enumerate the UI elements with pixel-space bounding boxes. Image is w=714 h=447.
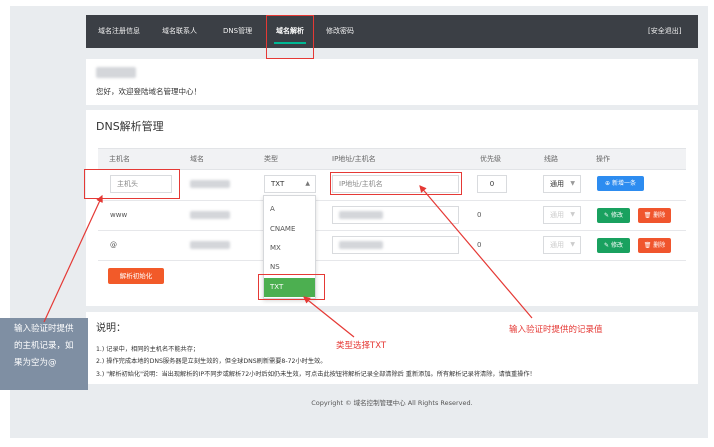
highlight-box-nav	[266, 15, 314, 59]
record-line-value: 通用	[550, 241, 564, 249]
pencil-icon: ✎	[604, 242, 610, 249]
nav-item-domain-contact[interactable]: 域名联系人	[162, 15, 197, 48]
type-select[interactable]: TXT ▲	[264, 175, 316, 193]
top-nav: 域名注册信息 域名联系人 DNS管理 域名解析 修改密码 [安全退出]	[86, 15, 698, 48]
init-resolution-button[interactable]: 解析初始化	[108, 268, 164, 284]
delete-label: 删除	[653, 242, 666, 249]
type-option-a[interactable]: A	[264, 200, 315, 219]
row-divider	[98, 200, 686, 201]
nav-item-registration-info[interactable]: 域名注册信息	[98, 15, 140, 48]
domain-redacted	[190, 241, 230, 249]
edit-label: 修改	[610, 212, 623, 219]
highlight-box-host	[84, 169, 180, 199]
dns-title: DNS解析管理	[96, 120, 164, 133]
header-action: 操作	[596, 155, 610, 163]
footer-copyright: Copyright © 域名控制管理中心 All Rights Reserved…	[311, 399, 473, 407]
header-domain: 域名	[190, 155, 204, 163]
type-select-value: TXT	[271, 180, 285, 188]
line-select[interactable]: 通用 ▼	[543, 175, 581, 193]
record-line-select[interactable]: 通用 ▼	[543, 206, 581, 224]
caret-up-icon: ▲	[305, 180, 310, 187]
record-host: @	[110, 241, 117, 249]
add-record-label: 新增一条	[611, 180, 636, 187]
delete-button[interactable]: 🗑 删除	[638, 238, 671, 253]
nav-item-dns-management[interactable]: DNS管理	[223, 15, 252, 48]
record-line-select[interactable]: 通用 ▼	[543, 236, 581, 254]
chevron-down-icon: ▼	[570, 180, 575, 187]
trash-icon: 🗑	[643, 212, 652, 219]
record-ip-input[interactable]	[332, 206, 459, 224]
add-record-button[interactable]: ⊕ 新增一条	[597, 176, 644, 191]
row-divider	[98, 260, 686, 261]
trash-icon: 🗑	[643, 242, 652, 249]
chevron-down-icon: ▼	[570, 241, 575, 248]
table-header: 主机名 域名 类型 IP地址/主机名 优先级 线路 操作	[98, 148, 686, 170]
highlight-box-txt	[258, 274, 325, 300]
welcome-card	[86, 59, 698, 105]
pencil-icon: ✎	[604, 212, 610, 219]
domain-redacted	[190, 180, 230, 188]
nav-item-change-password[interactable]: 修改密码	[326, 15, 354, 48]
record-priority: 0	[477, 241, 482, 249]
type-option-cname[interactable]: CNAME	[264, 220, 315, 239]
notes-title: 说明：	[96, 323, 126, 334]
highlight-box-ip	[330, 172, 462, 195]
notes-line: 1.) 记录中，相同的主机名不能共存；	[96, 346, 200, 353]
annotation-value-note: 输入验证时提供的记录值	[509, 325, 603, 335]
logout-link[interactable]: [安全退出]	[648, 15, 681, 48]
annotation-left-box: 输入验证时提供 的主机记录，如 果为空为@	[0, 318, 88, 390]
welcome-greeting: 您好，欢迎登陆域名管理中心！	[96, 87, 201, 96]
type-option-mx[interactable]: MX	[264, 239, 315, 258]
edit-label: 修改	[610, 242, 623, 249]
priority-input[interactable]: 0	[477, 175, 507, 193]
annotation-left-line: 的主机记录，如	[14, 341, 74, 351]
header-line: 线路	[544, 155, 558, 163]
annotation-left-line: 果为空为@	[14, 358, 57, 368]
domain-redacted	[190, 211, 230, 219]
edit-button[interactable]: ✎ 修改	[597, 238, 630, 253]
header-type: 类型	[264, 155, 278, 163]
edit-button[interactable]: ✎ 修改	[597, 208, 630, 223]
header-ip: IP地址/主机名	[332, 155, 376, 163]
plus-circle-icon: ⊕	[605, 180, 611, 187]
record-ip-input[interactable]	[332, 236, 459, 254]
delete-button[interactable]: 🗑 删除	[638, 208, 671, 223]
header-host: 主机名	[109, 155, 130, 163]
record-priority: 0	[477, 211, 482, 219]
username-redacted	[96, 67, 136, 78]
row-divider	[98, 230, 686, 231]
notes-line: 3.) "解析初始化"说明：当出现解析的IP不同步或解析72小时后如仍未生效，可…	[96, 371, 536, 378]
notes-line: 2.) 操作完成本地的DNS服务器是立刻生效的，但全球DNS刷新需要8-72小时…	[96, 358, 327, 365]
record-line-value: 通用	[550, 211, 564, 219]
annotation-type-note: 类型选择TXT	[336, 341, 387, 351]
delete-label: 删除	[653, 212, 666, 219]
record-host: www	[110, 211, 128, 219]
annotation-left-line: 输入验证时提供	[14, 324, 74, 334]
line-select-value: 通用	[550, 180, 564, 188]
ip-redacted	[339, 211, 383, 219]
chevron-down-icon: ▼	[570, 211, 575, 218]
ip-redacted	[339, 241, 383, 249]
header-priority: 优先级	[480, 155, 501, 163]
